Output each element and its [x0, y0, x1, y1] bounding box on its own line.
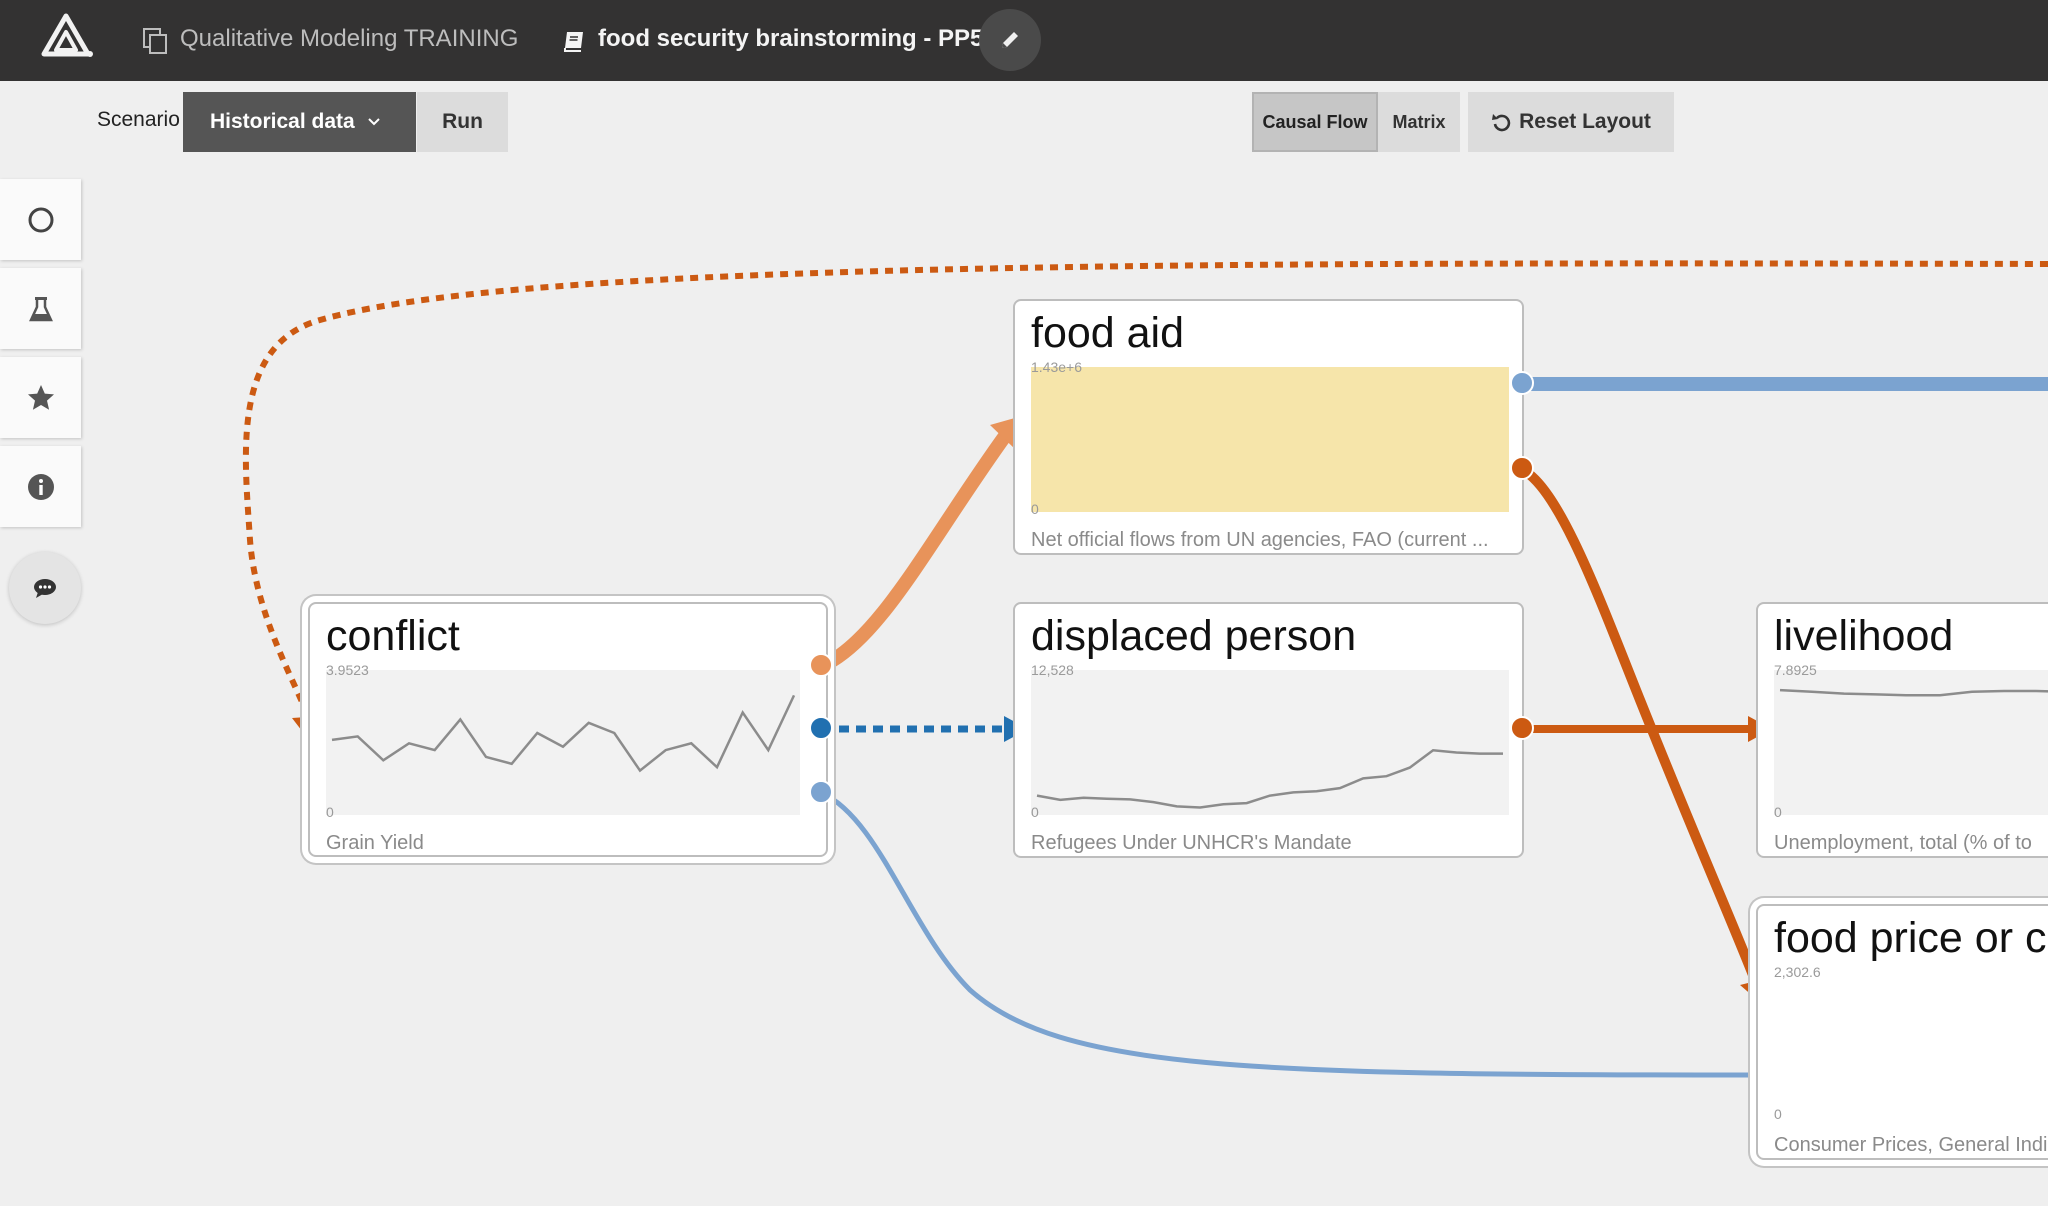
node-conflict[interactable]: conflict 3.9523 0 Grain Yield: [308, 602, 828, 857]
ymin-label: 0: [1774, 1106, 1782, 1122]
sparkline-path: [1036, 749, 1503, 809]
chevron-down-icon: [368, 118, 380, 126]
node-food-aid[interactable]: food aid 1.43e+6 0 Net official flows fr…: [1013, 299, 1524, 555]
sparkline-displaced: [1036, 749, 1503, 809]
ymax-label: 3.9523: [326, 662, 369, 678]
rail-circle-button[interactable]: [0, 179, 81, 260]
ymax-label: 2,302.6: [1774, 964, 1821, 980]
matrix-tab[interactable]: Matrix: [1378, 92, 1460, 152]
info-icon: [27, 473, 54, 500]
ymax-label: 1.43e+6: [1031, 359, 1082, 375]
indicator-label: Net official flows from UN agencies, FAO…: [1031, 529, 1489, 551]
edge-food-aid-food-price: [1520, 465, 1763, 990]
node-title: food aid: [1031, 309, 1185, 357]
node-livelihood[interactable]: livelihood 7.8925 0 Unemployment, total …: [1756, 602, 2048, 858]
indicator-label: Unemployment, total (% of to: [1774, 832, 2032, 854]
sparkline-area: [1031, 367, 1509, 512]
chat-button[interactable]: [9, 552, 81, 624]
causal-flow-label: Causal Flow: [1262, 111, 1368, 132]
port-food-aid-out-1[interactable]: [1510, 371, 1534, 395]
port-displaced-out[interactable]: [1510, 716, 1534, 740]
causal-flow-tab[interactable]: Causal Flow: [1252, 92, 1378, 152]
matrix-label: Matrix: [1392, 111, 1446, 132]
sparkline-path: [331, 694, 796, 773]
copy-icon: [143, 28, 167, 54]
node-food-price[interactable]: food price or co 2,302.6 0 Consumer Pric…: [1756, 904, 2048, 1160]
indicator-label: Refugees Under UNHCR's Mandate: [1031, 832, 1352, 854]
ymin-label: 0: [1031, 804, 1039, 820]
port-conflict-out-2[interactable]: [809, 716, 833, 740]
ymax-label: 7.8925: [1774, 662, 1817, 678]
scenario-value: Historical data: [210, 110, 355, 133]
edge-conflict-food-aid: [815, 429, 1012, 673]
node-title: displaced person: [1031, 612, 1357, 660]
rail-experiment-button[interactable]: [0, 268, 81, 349]
ymin-label: 0: [1774, 804, 1782, 820]
ymax-label: 12,528: [1031, 662, 1074, 678]
node-title: conflict: [326, 612, 460, 660]
app-logo-icon[interactable]: [38, 10, 94, 70]
project-name[interactable]: Qualitative Modeling TRAINING: [180, 24, 518, 54]
node-title: livelihood: [1774, 612, 1954, 660]
run-label: Run: [442, 110, 483, 133]
run-button[interactable]: Run: [417, 92, 508, 152]
indicator-label: Consumer Prices, General Indi: [1774, 1134, 2048, 1156]
undo-icon: [1492, 114, 1511, 132]
node-displaced-person[interactable]: displaced person 12,528 0 Refugees Under…: [1013, 602, 1524, 858]
book-icon: [564, 32, 583, 52]
ymin-label: 0: [326, 804, 334, 820]
rail-favorites-button[interactable]: [0, 357, 81, 438]
reset-layout-button[interactable]: Reset Layout: [1468, 92, 1674, 152]
ymin-label: 0: [1031, 501, 1039, 517]
indicator-label: Grain Yield: [326, 832, 424, 854]
reset-layout-label: Reset Layout: [1519, 110, 1651, 133]
flask-icon: [28, 296, 53, 321]
node-title: food price or co: [1774, 914, 2048, 962]
port-conflict-out-3[interactable]: [809, 780, 833, 804]
rail-info-button[interactable]: [0, 446, 81, 527]
sparkline-conflict: [331, 694, 796, 773]
scenario-dropdown[interactable]: Historical data: [183, 92, 416, 152]
port-conflict-out-1[interactable]: [809, 653, 833, 677]
model-name: food security brainstorming - PP5: [598, 25, 984, 52]
port-food-aid-out-2[interactable]: [1510, 456, 1534, 480]
edit-model-button[interactable]: [979, 9, 1041, 71]
pencil-icon: [1002, 32, 1018, 48]
top-bar: Qualitative Modeling TRAINING food secur…: [0, 0, 2048, 81]
sparkline-livelihood: [1779, 688, 2048, 697]
chat-icon: [34, 579, 56, 598]
circle-icon: [28, 207, 53, 232]
sparkline-area: [1774, 972, 2048, 1117]
sparkline-path: [1779, 688, 2048, 697]
star-icon: [27, 384, 54, 410]
scenario-label: Scenario: [97, 108, 180, 131]
